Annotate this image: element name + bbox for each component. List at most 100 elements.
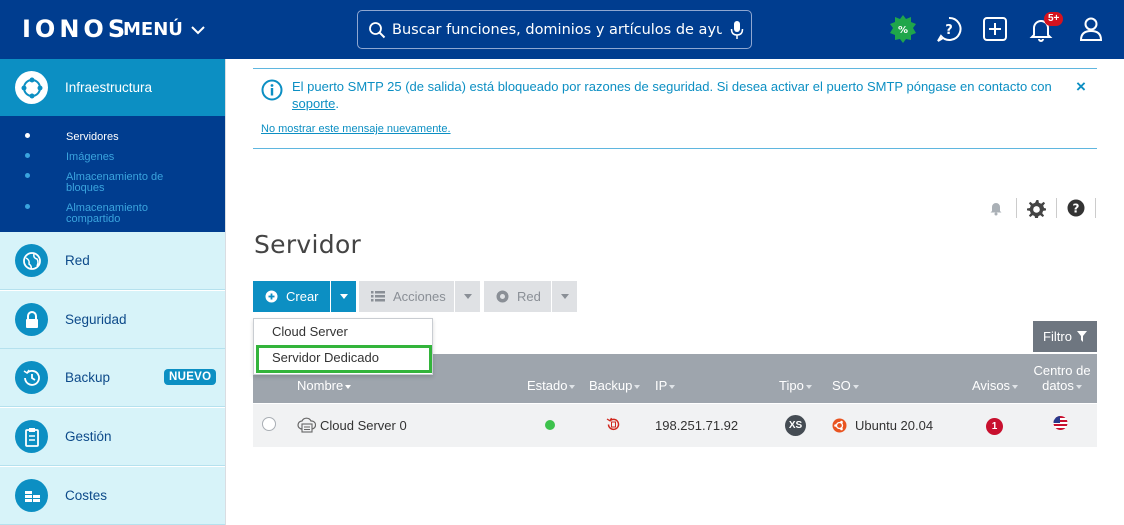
sidebar-subnav: Servidores Imágenes Almacenamiento de bl… [0, 116, 225, 232]
search-icon [369, 21, 386, 38]
bullet-icon [25, 153, 30, 158]
menu-item-servidor-dedicado[interactable]: Servidor Dedicado [254, 350, 432, 365]
network-icon [496, 290, 509, 303]
create-button[interactable]: Crear [253, 281, 330, 312]
sidebar-item-backup[interactable]: Backup NUEVO [0, 349, 225, 407]
sidebar-item-label: Costes [65, 488, 108, 503]
backup-clock-icon [15, 361, 48, 394]
filter-button[interactable]: Filtro [1033, 321, 1097, 352]
top-bar: IONOS MENÚ % ? 5+ [0, 0, 1124, 59]
sidebar-item-label: Backup [65, 370, 111, 385]
banner-border-top [253, 68, 1097, 69]
column-header-tipo[interactable]: Tipo [779, 378, 812, 393]
menu-label: MENÚ [123, 19, 183, 40]
column-label: Centro de [1033, 363, 1091, 378]
sidebar-subitem-label: Almacenamiento compartido [66, 202, 148, 225]
column-label: IP [655, 378, 668, 393]
server-type-badge: XS [785, 415, 806, 436]
close-icon[interactable]: × [1076, 77, 1086, 97]
user-icon[interactable] [1076, 14, 1106, 44]
actions-dropdown-toggle[interactable] [455, 281, 480, 312]
chevron-down-icon [191, 25, 205, 34]
search-input[interactable] [392, 21, 722, 38]
plus-circle-icon [265, 290, 278, 303]
sidebar-subitem-label: Almacenamiento de bloques [66, 171, 164, 194]
caret-down-icon [560, 294, 569, 299]
row-select-radio[interactable] [262, 417, 276, 431]
network-dropdown-toggle[interactable] [552, 281, 577, 312]
add-icon[interactable] [980, 14, 1010, 44]
help-icon[interactable]: ? [1065, 197, 1087, 219]
sidebar-item-gestion[interactable]: Gestión [0, 408, 225, 466]
sidebar-subitem-label: Imágenes [66, 151, 115, 163]
microphone-icon[interactable] [730, 20, 744, 40]
sidebar-item-label: Infraestructura [65, 80, 153, 95]
list-icon [371, 291, 385, 302]
funnel-icon [1076, 331, 1087, 342]
column-label: Tipo [779, 378, 804, 393]
sidebar-item-infraestructura[interactable]: Infraestructura [0, 59, 225, 116]
column-label: SO [832, 378, 851, 393]
status-running-icon [545, 420, 555, 430]
gear-icon[interactable] [1025, 197, 1047, 219]
bullet-icon [25, 204, 30, 209]
svg-text:?: ? [945, 23, 953, 38]
sidebar-divider [225, 59, 226, 525]
sidebar-subitem-imagenes[interactable]: Imágenes [0, 150, 225, 164]
info-icon [261, 79, 283, 101]
divider [1095, 198, 1096, 218]
support-link[interactable]: soporte [292, 96, 335, 111]
server-ip: 198.251.71.92 [655, 418, 739, 433]
sidebar-subitem-label: Servidores [66, 131, 119, 143]
sidebar-subitem-almacenamiento-bloques[interactable]: Almacenamiento de bloques [0, 170, 225, 194]
bullet-icon [25, 173, 30, 178]
sidebar-item-costes[interactable]: Costes [0, 467, 225, 525]
divider [1016, 198, 1017, 218]
sidebar: Infraestructura Servidores Imágenes Alma… [0, 59, 226, 525]
sidebar-subitem-almacenamiento-compartido[interactable]: Almacenamiento compartido [0, 201, 225, 225]
column-header-ip[interactable]: IP [655, 378, 676, 393]
actions-button[interactable]: Acciones [359, 281, 454, 312]
column-header-avisos[interactable]: Avisos [972, 378, 1019, 393]
column-header-centro-datos[interactable]: Centro de datos [1031, 363, 1093, 393]
column-label: Estado [527, 378, 568, 393]
page-title: Servidor [254, 230, 362, 259]
alert-count-badge[interactable]: 1 [986, 418, 1003, 435]
infrastructure-icon [15, 71, 48, 104]
column-label: Nombre [297, 378, 344, 393]
banner-suffix: . [335, 96, 339, 111]
backup-status-icon[interactable] [606, 417, 621, 432]
sidebar-item-seguridad[interactable]: Seguridad [0, 291, 225, 349]
server-name[interactable]: Cloud Server 0 [320, 418, 407, 433]
bell-icon[interactable] [987, 197, 1005, 219]
us-flag-icon [1053, 416, 1068, 430]
lock-icon [15, 303, 48, 336]
create-dropdown-toggle[interactable] [331, 281, 356, 312]
column-header-so[interactable]: SO [832, 378, 859, 393]
create-button-label: Crear [286, 289, 319, 304]
create-menu: Cloud Server Servidor Dedicado [253, 318, 433, 375]
column-header-estado[interactable]: Estado [527, 378, 576, 393]
column-header-nombre[interactable]: Nombre [297, 378, 352, 393]
menu-button[interactable]: MENÚ [123, 19, 207, 40]
globe-icon [15, 244, 48, 277]
network-button[interactable]: Red [484, 281, 551, 312]
notification-badge: 5+ [1044, 12, 1064, 26]
banner-text: El puerto SMTP 25 (de salida) está bloqu… [292, 79, 1052, 94]
menu-item-cloud-server[interactable]: Cloud Server [254, 324, 432, 339]
ionos-logo[interactable]: IONOS [22, 15, 129, 43]
caret-down-icon [339, 294, 348, 299]
caret-down-icon [463, 294, 472, 299]
column-header-backup[interactable]: Backup [589, 378, 641, 393]
help-chat-icon[interactable]: ? [934, 14, 964, 44]
filter-button-label: Filtro [1043, 329, 1072, 344]
column-label: Backup [589, 378, 633, 393]
sidebar-item-red[interactable]: Red [0, 232, 225, 290]
search-box[interactable] [357, 10, 752, 49]
dismiss-banner-link[interactable]: No mostrar este mensaje nuevamente. [261, 123, 451, 135]
bullet-icon [25, 133, 30, 138]
discount-icon[interactable]: % [888, 14, 918, 44]
coins-icon [15, 479, 48, 512]
banner-message: El puerto SMTP 25 (de salida) está bloqu… [292, 78, 1062, 112]
sidebar-subitem-servidores[interactable]: Servidores [0, 130, 225, 144]
